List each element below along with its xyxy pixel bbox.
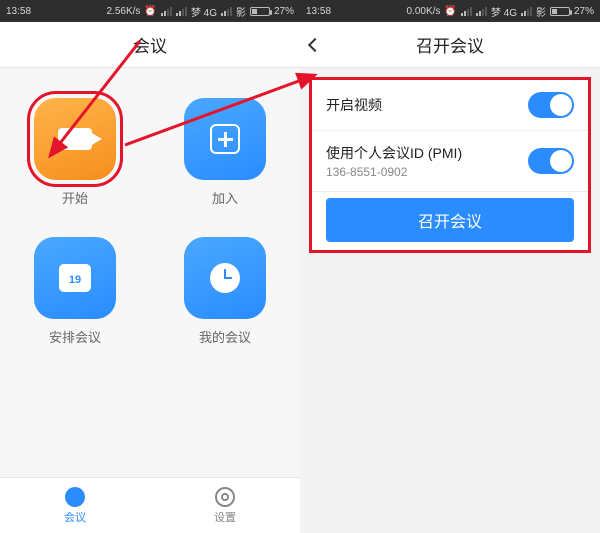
row-label: 使用个人会议ID (PMI) <box>326 143 462 163</box>
calendar-icon: 19 <box>34 237 116 319</box>
clock-fill-icon <box>65 487 85 507</box>
row-label: 开启视频 <box>326 95 382 115</box>
tile-label: 我的会议 <box>199 327 251 346</box>
status-net-speed: 0.00K/s <box>406 6 440 17</box>
status-bar: 13:58 2.56K/s ⏰ 梦 4G 影 27% <box>0 0 300 22</box>
alarm-icon: ⏰ <box>444 6 456 17</box>
tab-settings[interactable]: 设置 <box>150 478 300 533</box>
gear-icon <box>215 487 235 507</box>
row-enable-video: 开启视频 <box>312 80 588 131</box>
tile-label: 开始 <box>62 188 88 207</box>
start-meeting-button[interactable]: 召开会议 <box>326 198 574 242</box>
status-clock: 13:58 <box>306 6 334 17</box>
status-battery: 27% <box>274 6 294 17</box>
status-net-speed: 2.56K/s <box>106 6 140 17</box>
back-button[interactable] <box>310 22 340 67</box>
signal-icon-3 <box>521 7 532 16</box>
tile-schedule[interactable]: 19 安排会议 <box>20 237 130 346</box>
tab-meeting[interactable]: 会议 <box>0 478 150 533</box>
signal-icon <box>161 7 172 16</box>
phone-right: 13:58 0.00K/s ⏰ 梦 4G 影 27% 召开会议 开启视频 使 <box>300 0 600 533</box>
page-title: 召开会议 <box>416 32 484 57</box>
signal-icon <box>461 7 472 16</box>
page-title: 会议 <box>133 32 167 57</box>
status-carrier: 梦 4G <box>491 4 517 19</box>
toggle-enable-video[interactable] <box>528 92 574 118</box>
status-carrier: 梦 4G <box>191 4 217 19</box>
alarm-icon: ⏰ <box>144 6 156 17</box>
tab-label: 会议 <box>64 509 86 525</box>
status-signal-text: 影 <box>536 4 546 19</box>
tile-start[interactable]: 开始 <box>20 98 130 207</box>
tab-label: 设置 <box>214 509 236 525</box>
tile-join[interactable]: 加入 <box>170 98 280 207</box>
status-bar: 13:58 0.00K/s ⏰ 梦 4G 影 27% <box>300 0 600 22</box>
nav-header: 会议 <box>0 22 300 68</box>
plus-icon <box>184 98 266 180</box>
signal-icon-3 <box>221 7 232 16</box>
clock-icon <box>184 237 266 319</box>
signal-icon-2 <box>176 7 187 16</box>
phone-left: 13:58 2.56K/s ⏰ 梦 4G 影 27% 会议 开始 加入 19 <box>0 0 300 533</box>
highlighted-panel: 开启视频 使用个人会议ID (PMI) 136-8551-0902 召开会议 <box>312 80 588 250</box>
status-signal-text: 影 <box>236 4 246 19</box>
status-clock: 13:58 <box>6 6 34 17</box>
battery-icon <box>550 7 570 16</box>
tab-bar: 会议 设置 <box>0 477 300 533</box>
settings-body: 开启视频 使用个人会议ID (PMI) 136-8551-0902 召开会议 <box>300 68 600 533</box>
tile-grid: 开始 加入 19 安排会议 我的会议 <box>0 68 300 477</box>
toggle-use-pmi[interactable] <box>528 148 574 174</box>
row-use-pmi: 使用个人会议ID (PMI) 136-8551-0902 <box>312 131 588 192</box>
pmi-value: 136-8551-0902 <box>326 165 462 179</box>
video-camera-icon <box>34 98 116 180</box>
tile-label: 加入 <box>212 188 238 207</box>
signal-icon-2 <box>476 7 487 16</box>
tile-my-meetings[interactable]: 我的会议 <box>170 237 280 346</box>
tile-label: 安排会议 <box>49 327 101 346</box>
chevron-left-icon <box>308 37 322 51</box>
nav-header: 召开会议 <box>300 22 600 68</box>
battery-icon <box>250 7 270 16</box>
status-battery: 27% <box>574 6 594 17</box>
